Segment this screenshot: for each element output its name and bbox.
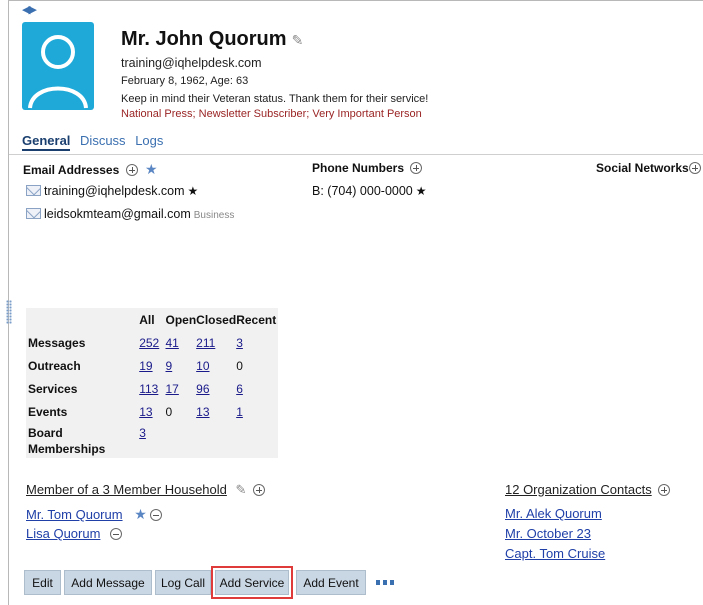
phone-item[interactable]: B: (704) 000-0000 ★ (312, 184, 427, 198)
stat-link[interactable]: 3 (236, 336, 243, 350)
stats-table: All Open Closed Recent Messages 252 41 2… (26, 308, 278, 458)
stat-value: 0 (165, 404, 173, 419)
table-row: Outreach 19 9 10 0 (28, 358, 243, 373)
stat-link[interactable]: 3 (139, 426, 146, 440)
tab-bar: General Discuss Logs (22, 133, 169, 151)
table-row: Board Memberships 3 (28, 426, 146, 456)
envelope-icon (26, 185, 41, 196)
stat-link[interactable]: 13 (139, 405, 152, 419)
org-contact-link[interactable]: Capt. Tom Cruise (505, 546, 605, 561)
org-contact-link[interactable]: Mr. Alek Quorum (505, 506, 602, 521)
stat-link[interactable]: 113 (139, 382, 158, 396)
stat-link[interactable]: 10 (196, 359, 209, 373)
more-options-icon[interactable] (376, 580, 394, 585)
tab-divider (9, 154, 703, 155)
col-closed: Closed (196, 312, 237, 327)
stat-link[interactable]: 19 (139, 359, 152, 373)
add-phone-plus-icon[interactable] (410, 162, 423, 174)
add-message-button[interactable]: Add Message (64, 570, 152, 595)
stat-link[interactable]: 41 (166, 336, 179, 350)
household-section: Member of a 3 Member Household ✎ Mr. Tom… (26, 482, 266, 546)
envelope-icon (26, 208, 41, 219)
tab-discuss[interactable]: Discuss (80, 133, 126, 148)
contact-note: Keep in mind their Veteran status. Thank… (121, 93, 429, 105)
remove-member-minus-icon[interactable] (149, 509, 162, 521)
primary-star-icon: ★ (187, 184, 199, 198)
head-of-household-star-icon[interactable]: ★ (134, 506, 147, 522)
org-title-link[interactable]: 12 Organization Contacts (505, 482, 652, 497)
col-recent: Recent (236, 312, 277, 327)
email-type-label: Business (193, 210, 235, 221)
collapse-arrows-icon[interactable]: ◀▶ (22, 3, 37, 16)
col-open: Open (165, 312, 197, 327)
add-service-button[interactable]: Add Service (211, 566, 293, 599)
contact-email: training@iqhelpdesk.com (121, 56, 262, 70)
org-contact-link[interactable]: Mr. October 23 (505, 526, 591, 541)
household-member-link[interactable]: Mr. Tom Quorum (26, 507, 123, 522)
contact-tags: National Press; Newsletter Subscriber; V… (121, 108, 422, 120)
stat-value: 0 (236, 358, 243, 373)
log-call-button[interactable]: Log Call (155, 570, 211, 595)
stat-link[interactable]: 211 (196, 336, 215, 350)
stat-link[interactable]: 1 (236, 405, 243, 419)
social-section-header: Social Networks (596, 161, 701, 175)
col-all: All (139, 312, 155, 327)
edit-pencil-icon[interactable]: ✎ (292, 32, 304, 49)
resize-grip-icon[interactable] (6, 300, 12, 324)
table-row: Services 113 17 96 6 (28, 381, 243, 396)
household-member-link[interactable]: Lisa Quorum (26, 526, 100, 541)
primary-star-icon: ★ (415, 184, 427, 198)
email-item[interactable]: leidsokmteam@gmail.com Business (26, 207, 234, 221)
add-member-plus-icon[interactable] (253, 484, 266, 496)
add-email-plus-icon[interactable] (125, 164, 138, 176)
organization-section: 12 Organization Contacts Mr. Alek Quorum… (505, 482, 671, 566)
add-event-button[interactable]: Add Event (296, 570, 366, 595)
tab-general[interactable]: General (22, 133, 71, 151)
table-row: Events 13 0 13 1 (28, 404, 243, 419)
contact-name: Mr. John Quorum ✎ (121, 28, 304, 50)
stat-link[interactable]: 13 (196, 405, 209, 419)
stats-header-row: All Open Closed Recent (26, 308, 278, 331)
household-title-link[interactable]: Member of a 3 Member Household (26, 482, 227, 497)
table-row: Messages 252 41 211 3 (28, 335, 243, 350)
phone-section-header: Phone Numbers (312, 161, 423, 175)
stat-link[interactable]: 6 (236, 382, 243, 396)
add-social-plus-icon[interactable] (688, 162, 701, 174)
tab-logs[interactable]: Logs (135, 133, 163, 148)
email-section-header: Email Addresses ★ (23, 161, 158, 177)
stat-link[interactable]: 252 (139, 336, 159, 350)
add-org-plus-icon[interactable] (658, 484, 671, 496)
stat-link[interactable]: 17 (166, 382, 179, 396)
remove-member-minus-icon[interactable] (110, 528, 123, 540)
edit-button[interactable]: Edit (24, 570, 61, 595)
email-item[interactable]: training@iqhelpdesk.com ★ (26, 184, 198, 198)
contact-dob: February 8, 1962, Age: 63 (121, 75, 249, 87)
stat-link[interactable]: 96 (196, 382, 209, 396)
avatar (22, 22, 94, 110)
edit-pencil-icon[interactable]: ✎ (236, 482, 247, 498)
stat-link[interactable]: 9 (166, 359, 173, 373)
person-icon (28, 35, 88, 109)
favorite-star-icon[interactable]: ★ (145, 161, 158, 177)
